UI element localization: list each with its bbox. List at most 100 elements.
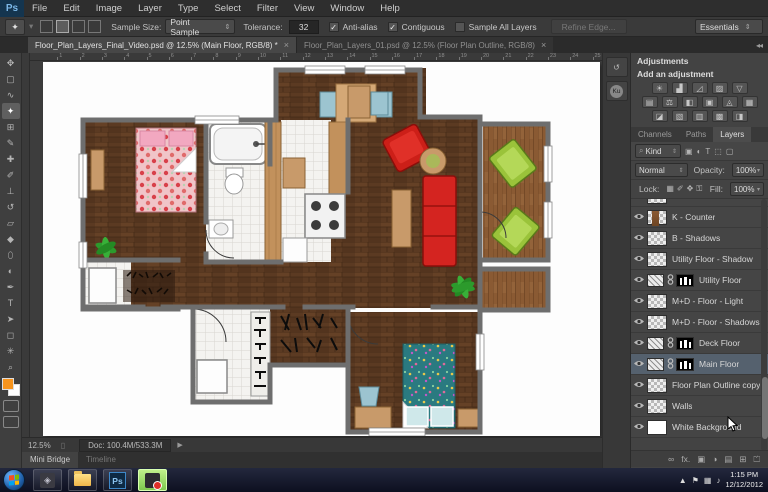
layer-thumbnail[interactable] (647, 336, 664, 350)
layer-row[interactable]: Main Floor (631, 354, 768, 375)
layer-thumbnail[interactable] (647, 357, 664, 371)
new-group-icon[interactable]: ▤ (724, 454, 732, 465)
layer-visibility-eye-icon[interactable] (631, 338, 647, 348)
tab-layers[interactable]: Layers (713, 127, 752, 142)
layer-visibility-eye-icon[interactable] (631, 233, 647, 243)
layer-row[interactable]: K - Counter (631, 207, 768, 228)
checkbox-sample-all-layers[interactable]: Sample All Layers (454, 21, 537, 32)
collapse-panels-icon[interactable]: ◂◂ (756, 41, 763, 50)
layer-visibility-eye-icon[interactable] (631, 212, 647, 222)
shape-tool[interactable]: ◻ (2, 327, 20, 343)
screen-mode-icon[interactable] (2, 416, 19, 428)
close-tab-icon[interactable]: × (284, 40, 289, 50)
exposure-icon[interactable]: ▨ (711, 82, 728, 94)
zoom-tool[interactable]: ⌕ (2, 359, 20, 375)
document-tab-1[interactable]: Floor_Plan_Layers_Final_Video.psd @ 12.5… (28, 37, 297, 53)
color-balance-icon[interactable]: ⚖ (661, 96, 678, 108)
layer-row[interactable]: Utility Floor (631, 270, 768, 291)
layer-row[interactable]: Walls (631, 396, 768, 417)
tolerance-input[interactable]: 32 (288, 19, 319, 34)
pen-tool[interactable]: ✒ (2, 279, 20, 295)
tab-channels[interactable]: Channels (631, 127, 679, 142)
checkbox-contiguous[interactable]: ✓ Contiguous (387, 21, 445, 32)
lasso-tool[interactable]: ∿ (2, 87, 20, 103)
layer-mask-thumbnail[interactable] (676, 273, 694, 287)
floor-plan-image[interactable] (43, 62, 600, 436)
new-layer-icon[interactable]: ⊞ (739, 454, 746, 465)
delete-layer-icon[interactable]: ⏍ (754, 454, 760, 465)
layers-scrollbar-thumb[interactable] (762, 377, 768, 439)
adjustment-layer-filter-icon[interactable]: ◐ (697, 147, 702, 156)
menu-layer[interactable]: Layer (130, 0, 170, 17)
layer-thumbnail[interactable] (647, 314, 667, 330)
layer-row[interactable]: Deck Floor (631, 333, 768, 354)
checkbox-anti-alias[interactable]: ✓ Anti-alias (328, 21, 378, 32)
layer-mask-thumbnail[interactable] (676, 357, 694, 371)
filter-kind-dropdown[interactable]: ⌕ Kind ⇕ (635, 144, 681, 158)
kuler-panel-icon[interactable]: Ku (605, 81, 628, 101)
layer-visibility-eye-icon[interactable] (631, 254, 647, 264)
layer-row[interactable]: Utility Floor - Shadow (631, 249, 768, 270)
brush-tool[interactable]: ✐ (2, 167, 20, 183)
status-popup-arrow[interactable]: ▶ (177, 441, 182, 449)
lock-all-icon[interactable]: ⚿ (696, 184, 702, 194)
lock-pixels-icon[interactable]: ✐ (677, 184, 684, 194)
threshold-icon[interactable]: ▥ (691, 110, 708, 122)
channel-mixer-icon[interactable]: ◬ (721, 96, 738, 108)
menu-filter[interactable]: Filter (249, 0, 286, 17)
marquee-tool[interactable]: ▢ (2, 71, 20, 87)
lock-transparency-icon[interactable]: ▦ (666, 184, 674, 194)
menu-image[interactable]: Image (88, 0, 130, 17)
layer-style-icon[interactable]: fx. (681, 454, 690, 464)
clone-stamp-tool[interactable]: ⊥ (2, 183, 20, 199)
layer-visibility-eye-icon[interactable] (631, 359, 647, 369)
taskbar-explorer-app[interactable] (68, 469, 97, 491)
layer-visibility-eye-icon[interactable] (631, 199, 647, 201)
layer-thumbnail[interactable] (647, 251, 667, 267)
path-select-tool[interactable]: ➤ (2, 311, 20, 327)
color-lookup-icon[interactable]: ▦ (741, 96, 758, 108)
layer-visibility-eye-icon[interactable] (631, 296, 647, 306)
zoom-level-field[interactable]: 12.5% (28, 441, 51, 450)
layer-thumbnail[interactable] (647, 230, 667, 246)
eraser-tool[interactable]: ▱ (2, 215, 20, 231)
menu-help[interactable]: Help (372, 0, 408, 17)
hand-tool[interactable]: ✳ (2, 343, 20, 359)
selective-color-icon[interactable]: ▩ (711, 110, 728, 122)
quick-mask-icon[interactable] (2, 400, 19, 412)
vibrance-icon[interactable]: ▽ (731, 82, 748, 94)
fill-dropdown[interactable]: 100% ▾ (730, 182, 764, 196)
posterize-icon[interactable]: ▧ (671, 110, 688, 122)
lock-position-icon[interactable]: ✥ (687, 184, 694, 194)
layer-row[interactable]: M+D - Floor - Light (631, 291, 768, 312)
tray-network-icon[interactable]: ▦ (704, 476, 712, 485)
workspace-switcher[interactable]: Essentials ⇕ (695, 19, 763, 34)
sample-size-dropdown[interactable]: Point Sample ⇕ (165, 17, 236, 37)
refine-edge-button[interactable]: Refine Edge... (550, 19, 627, 34)
document-tab-2[interactable]: Floor_Plan_Layers_01.psd @ 12.5% (Floor … (296, 37, 554, 53)
layer-thumbnail[interactable] (647, 419, 667, 435)
magic-wand-tool[interactable]: ✦ (1, 103, 20, 119)
type-tool[interactable]: T (2, 295, 20, 311)
foreground-color-swatch[interactable] (1, 378, 14, 390)
tray-action-center-icon[interactable]: ⚑ (692, 476, 699, 485)
healing-brush-tool[interactable]: ✚ (2, 151, 20, 167)
magic-wand-preset-icon[interactable]: ✦ (5, 18, 25, 35)
layer-row[interactable]: White Background (631, 417, 768, 438)
menu-select[interactable]: Select (206, 0, 248, 17)
curves-icon[interactable]: ◿ (691, 82, 708, 94)
panel-tab-timeline[interactable]: Timeline (78, 452, 124, 468)
opacity-dropdown[interactable]: 100% ▾ (731, 163, 764, 177)
black-white-icon[interactable]: ◧ (681, 96, 698, 108)
smart-object-filter-icon[interactable]: ▢ (726, 147, 734, 156)
new-adjustment-layer-icon[interactable]: ◑ (712, 454, 717, 464)
gradient-map-icon[interactable]: ◨ (731, 110, 748, 122)
layer-thumbnail[interactable] (647, 209, 667, 226)
layer-thumbnail[interactable] (647, 293, 667, 309)
brightness-contrast-icon[interactable]: ☀ (651, 82, 668, 94)
tab-paths[interactable]: Paths (679, 127, 713, 142)
taskbar-photoshop-app[interactable]: Ps (103, 469, 132, 491)
new-selection-icon[interactable] (40, 20, 54, 33)
menu-file[interactable]: File (24, 0, 55, 17)
layer-visibility-eye-icon[interactable] (631, 422, 647, 432)
